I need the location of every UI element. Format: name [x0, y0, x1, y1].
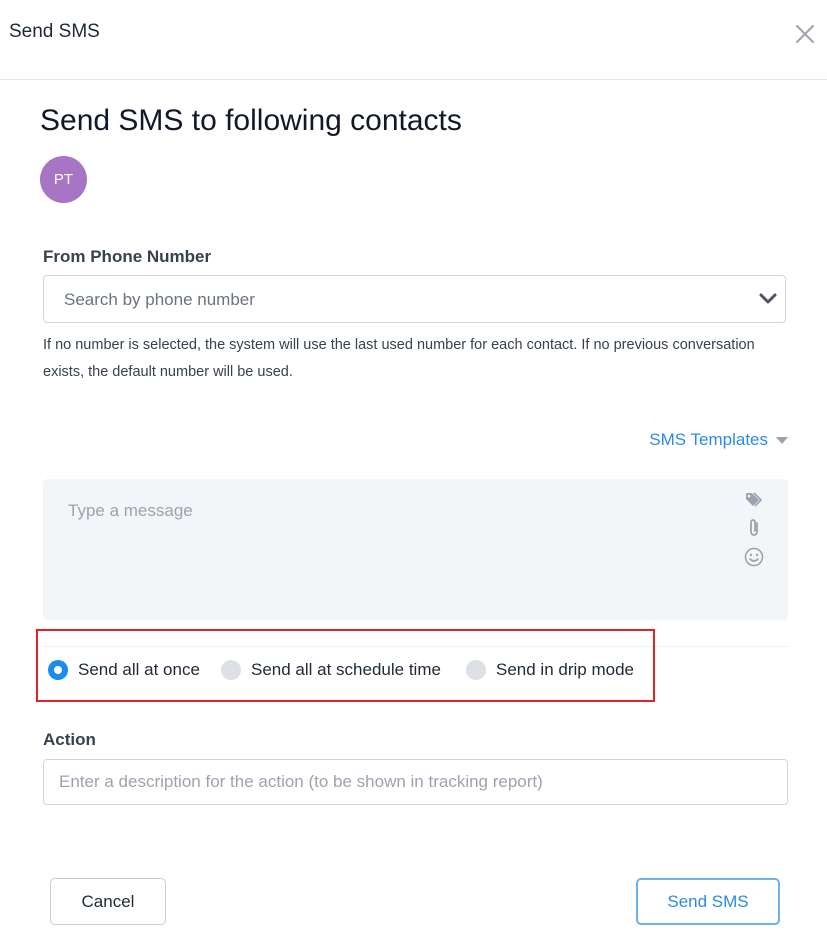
send-sms-button[interactable]: Send SMS — [636, 878, 780, 925]
radio-button[interactable] — [466, 660, 486, 680]
radio-label: Send all at once — [78, 660, 200, 679]
action-description-input[interactable] — [43, 759, 788, 805]
radio-label: Send all at schedule time — [251, 660, 441, 679]
emoji-icon[interactable] — [743, 546, 765, 568]
modal-title: Send SMS — [9, 21, 100, 42]
message-placeholder: Type a message — [68, 501, 193, 520]
avatar-initials: PT — [53, 171, 74, 188]
radio-send-in-drip-mode[interactable]: Send in drip mode — [466, 660, 634, 680]
caret-down-icon — [776, 436, 788, 444]
action-label: Action — [43, 730, 96, 749]
tag-icon[interactable] — [743, 489, 765, 511]
modal-header: Send SMS — [0, 0, 827, 80]
sms-templates-dropdown[interactable]: SMS Templates — [649, 430, 788, 450]
close-icon — [796, 25, 814, 43]
chevron-down-icon — [759, 293, 777, 304]
phone-select-placeholder: Search by phone number — [64, 290, 255, 309]
message-textarea[interactable]: Type a message — [43, 479, 788, 620]
contact-avatar: PT — [40, 156, 87, 203]
from-phone-label: From Phone Number — [43, 247, 212, 266]
radio-label: Send in drip mode — [496, 660, 634, 679]
cancel-button[interactable]: Cancel — [50, 878, 166, 925]
radio-button-checked[interactable] — [48, 660, 68, 680]
sms-templates-label: SMS Templates — [649, 430, 768, 449]
send-sms-modal: Send SMS Send SMS to following contacts … — [0, 0, 827, 942]
send-mode-radio-group: Send all at once Send all at schedule ti… — [36, 629, 655, 702]
radio-button[interactable] — [221, 660, 241, 680]
phone-number-select[interactable]: Search by phone number — [43, 275, 786, 323]
page-title: Send SMS to following contacts — [40, 104, 462, 137]
phone-help-text: If no number is selected, the system wil… — [43, 337, 755, 380]
paperclip-icon[interactable] — [743, 517, 765, 539]
radio-send-all-at-once[interactable]: Send all at once — [48, 660, 200, 680]
close-button[interactable] — [793, 22, 817, 46]
radio-send-at-schedule-time[interactable]: Send all at schedule time — [221, 660, 441, 680]
